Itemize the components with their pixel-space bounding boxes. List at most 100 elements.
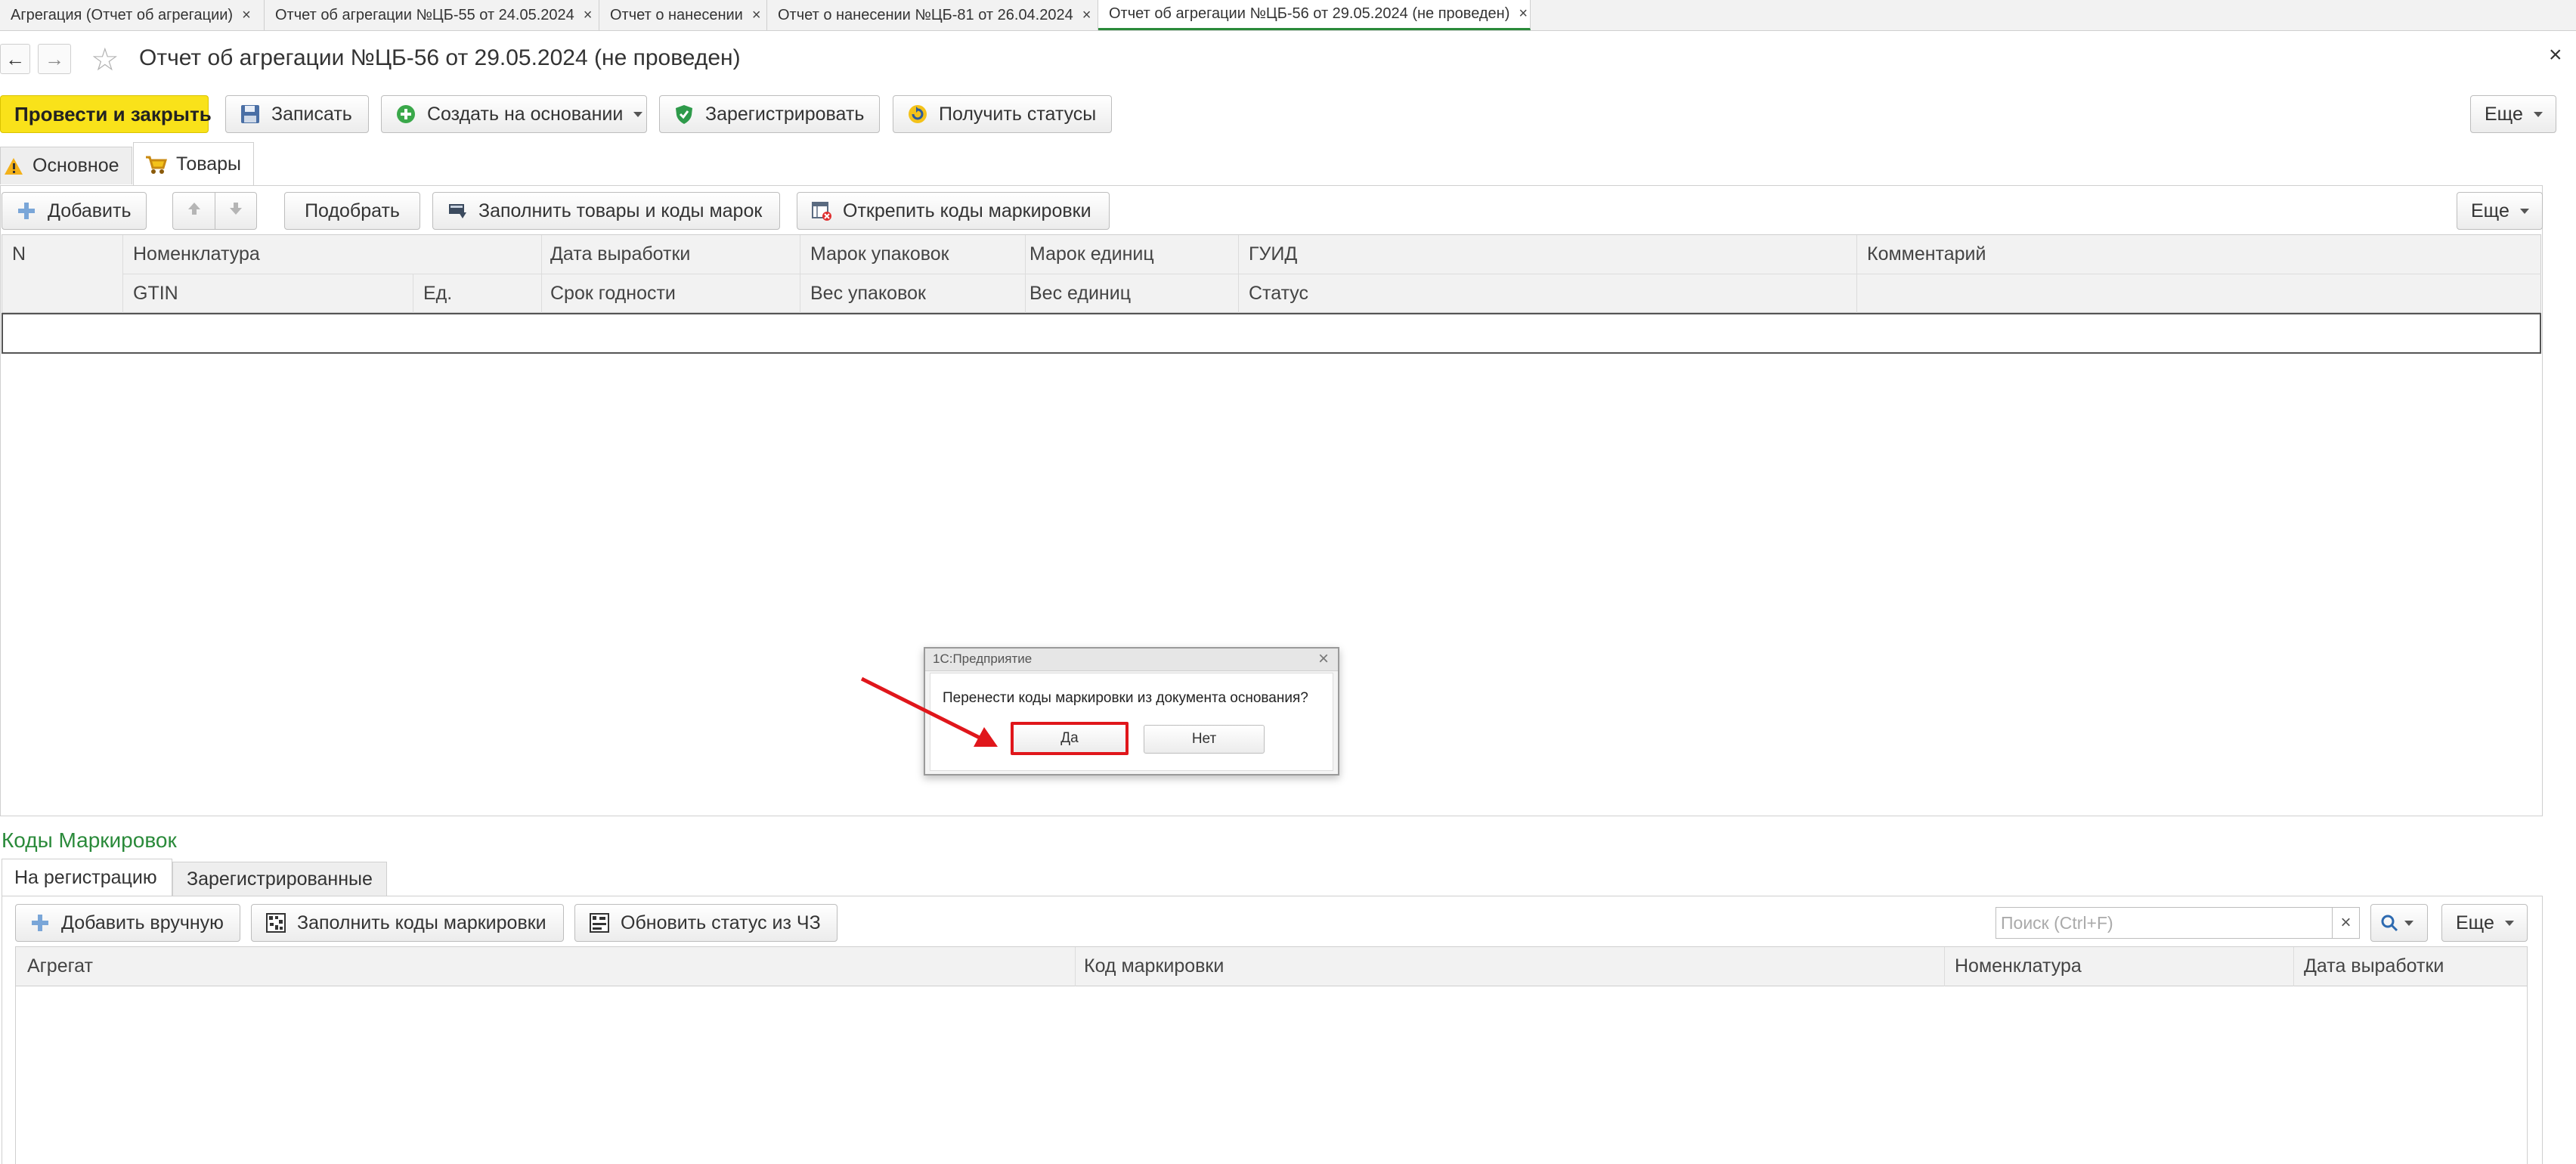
save-label: Записать [271,103,352,125]
close-icon[interactable]: × [242,7,251,24]
warning-icon [4,156,23,176]
goods-more-label: Еще [2471,200,2509,221]
window-tab-label: Отчет о нанесении [610,6,743,23]
col-divider [1025,235,1026,313]
col-header-production-date[interactable]: Дата выработки [550,243,690,265]
more-label: Еще [2485,103,2523,125]
window-tab-application-list[interactable]: Отчет о нанесении × [599,0,767,30]
col-header-nomenclature[interactable]: Номенклатура [133,243,260,265]
star-icon[interactable]: ☆ [91,41,119,78]
yes-button[interactable]: Да [1011,722,1129,755]
tab-main[interactable]: Основное [0,147,132,184]
window-tab-label: Отчет об агрегации №ЦБ-55 от 24.05.2024 [275,6,574,23]
chevron-down-icon [2404,920,2413,926]
tab-for-registration[interactable]: На регистрацию [2,859,172,896]
more-button[interactable]: Еще [2470,95,2556,133]
chevron-down-icon [2533,111,2543,117]
col-divider [1944,947,1945,986]
col-header-aggregate[interactable]: Агрегат [27,955,93,977]
window-tab-application-81[interactable]: Отчет о нанесении №ЦБ-81 от 26.04.2024 × [767,0,1098,30]
search-clear-button[interactable]: × [2333,907,2360,939]
close-icon[interactable]: × [584,7,593,24]
col-header-package-marks[interactable]: Марок упаковок [810,243,949,265]
window-tab-aggregation-55[interactable]: Отчет об агрегации №ЦБ-55 от 24.05.2024 … [265,0,599,30]
no-button[interactable]: Нет [1144,725,1265,754]
col-header-gtin[interactable]: GTIN [133,283,178,305]
col-divider [1238,235,1239,313]
col-header-n[interactable]: N [12,243,26,265]
unpin-codes-button[interactable]: Открепить коды маркировки [797,192,1110,230]
shopping-cart-icon [144,154,168,175]
tab-for-registration-label: На регистрацию [14,867,157,888]
dialog-title: 1С:Предприятие [933,652,1033,666]
close-icon[interactable]: × [752,7,761,24]
create-based-on-button[interactable]: Создать на основании [381,95,647,133]
goods-more-button[interactable]: Еще [2457,192,2543,230]
tab-registered[interactable]: Зарегистрированные [172,862,387,896]
back-button[interactable]: ← [0,44,30,74]
floppy-disk-icon [240,104,261,125]
yes-label: Да [1060,730,1079,746]
post-and-close-button[interactable]: Провести и закрыть [0,95,212,133]
plus-circle-icon [395,104,416,125]
update-status-button[interactable]: Обновить статус из ЧЗ [574,904,838,942]
add-manually-label: Добавить вручную [61,912,224,933]
col-header-expiry[interactable]: Срок годности [550,283,676,305]
fill-marking-codes-label: Заполнить коды маркировки [297,912,546,933]
col-header-production-date[interactable]: Дата выработки [2304,955,2444,977]
codes-more-label: Еще [2456,912,2494,933]
add-manually-button[interactable]: Добавить вручную [15,904,240,942]
col-header-unit[interactable]: Ед. [423,283,452,305]
col-header-comment[interactable]: Комментарий [1867,243,1986,265]
arrow-up-icon [186,200,203,222]
fill-table-icon [447,200,468,221]
fill-goods-and-codes-button[interactable]: Заполнить товары и коды марок [432,192,780,230]
col-divider [1075,947,1076,986]
tab-goods[interactable]: Товары [133,142,254,186]
table-row[interactable] [2,313,2541,354]
window-tab-label: Отчет о нанесении №ЦБ-81 от 26.04.2024 [778,6,1073,23]
search-placeholder: Поиск (Ctrl+F) [2001,912,2113,933]
col-header-unit-weight[interactable]: Вес единиц [1029,283,1131,305]
search-button[interactable] [2370,904,2428,942]
col-divider [2293,947,2294,986]
close-icon[interactable]: × [2549,42,2562,68]
close-icon: × [2340,912,2352,933]
search-icon [2380,914,2398,932]
fill-marking-codes-button[interactable]: Заполнить коды маркировки [251,904,564,942]
close-icon[interactable]: × [1318,649,1329,670]
close-icon[interactable]: × [1519,5,1528,23]
window-tab-label: Агрегация (Отчет об агрегации) [11,6,234,23]
plus-icon [29,912,51,933]
col-header-package-weight[interactable]: Вес упаковок [810,283,926,305]
tab-goods-label: Товары [176,153,241,175]
add-button[interactable]: Добавить [2,192,147,230]
window-tab-aggregation-56-active[interactable]: Отчет об агрегации №ЦБ-56 от 29.05.2024 … [1098,0,1531,30]
fill-goods-and-codes-label: Заполнить товары и коды марок [478,200,763,221]
move-up-button[interactable] [172,192,215,230]
window-tab-label: Отчет об агрегации №ЦБ-56 от 29.05.2024 … [1109,5,1510,22]
forward-button[interactable]: → [38,44,71,74]
codes-table-header [16,947,2527,986]
save-button[interactable]: Записать [225,95,369,133]
col-header-nomenclature[interactable]: Номенклатура [1955,955,2082,977]
codes-section-title: Коды Маркировок [2,828,177,852]
datamatrix-icon [265,912,286,933]
codes-more-button[interactable]: Еще [2441,904,2528,942]
col-header-unit-marks[interactable]: Марок единиц [1029,243,1154,265]
arrow-right-icon: → [45,47,64,70]
shield-icon [673,104,695,125]
col-header-status[interactable]: Статус [1249,283,1308,305]
register-button[interactable]: Зарегистрировать [659,95,880,133]
dialog-title-bar: 1С:Предприятие × [925,649,1338,671]
arrow-down-icon [228,200,244,222]
col-header-marking-code[interactable]: Код маркировки [1084,955,1224,977]
col-header-guid[interactable]: ГУИД [1249,243,1297,265]
chevron-down-icon [2519,208,2529,214]
move-down-button[interactable] [215,192,257,230]
pick-button[interactable]: Подобрать [284,192,420,230]
get-statuses-button[interactable]: Получить статусы [893,95,1112,133]
close-icon[interactable]: × [1082,7,1091,24]
window-tab-aggregation-list[interactable]: Агрегация (Отчет об агрегации) × [0,0,265,30]
search-input[interactable]: Поиск (Ctrl+F) [1995,907,2333,939]
